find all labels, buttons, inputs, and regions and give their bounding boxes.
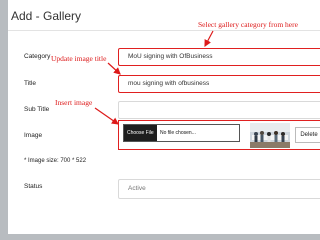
title-divider <box>8 30 320 31</box>
file-input[interactable]: Choose File No file chosen... <box>123 124 240 142</box>
title-annotation-text: Update image title <box>51 54 107 63</box>
subtitle-input[interactable] <box>118 101 320 119</box>
category-annotation-text: Select gallery category from here <box>198 20 298 29</box>
page-title: Add - Gallery <box>11 9 82 23</box>
status-label: Status <box>24 183 43 190</box>
delete-image-button[interactable]: Delete <box>295 127 320 143</box>
file-status-text: No file chosen... <box>160 130 196 136</box>
title-input[interactable]: mou signing with ofbusiness <box>118 75 320 93</box>
image-annotation-text: Insert image <box>55 98 93 107</box>
gallery-form-panel: Add - Gallery Category MoU signing with … <box>8 0 320 234</box>
image-label: Image <box>24 132 43 139</box>
subtitle-label: Sub Title <box>24 106 50 113</box>
category-label: Category <box>24 53 51 60</box>
image-size-note: * Image size: 700 * 522 <box>24 158 87 164</box>
status-select[interactable]: Active <box>118 179 320 199</box>
category-select[interactable]: MoU signing with OfBusiness <box>118 48 320 66</box>
choose-file-button[interactable]: Choose File <box>124 125 157 141</box>
image-upload-box: Choose File No file chosen... Delete <box>118 120 320 150</box>
image-thumbnail <box>250 123 290 148</box>
title-label: Title <box>24 80 37 87</box>
